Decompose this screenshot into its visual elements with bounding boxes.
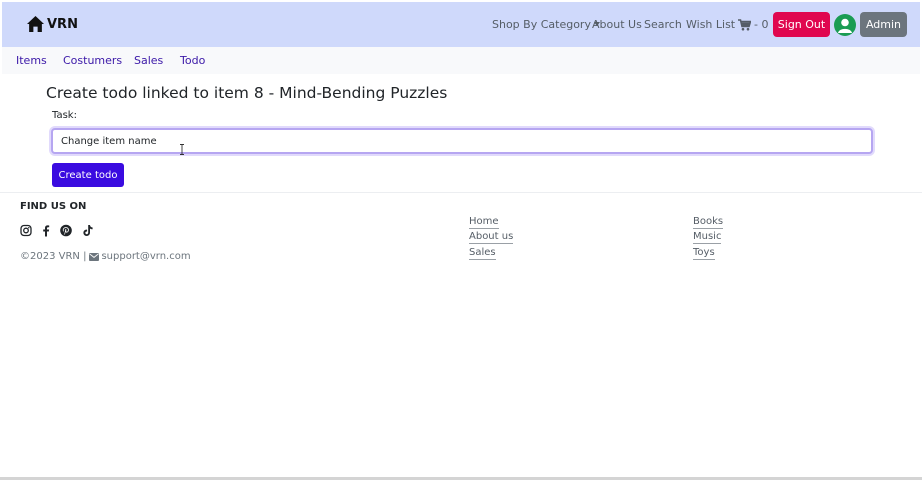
footer-link-sales[interactable]: Sales [469, 247, 496, 260]
cart-count: - 0 [754, 18, 769, 31]
subnav-costumers[interactable]: Costumers [63, 54, 122, 67]
support-email-link[interactable]: support@vrn.com [101, 251, 190, 262]
subnav-todo[interactable]: Todo [180, 54, 205, 67]
envelope-icon [89, 252, 100, 261]
user-avatar-icon[interactable] [834, 14, 856, 36]
facebook-icon[interactable] [40, 224, 52, 237]
instagram-icon[interactable] [20, 224, 32, 237]
nav-about-us[interactable]: About Us [592, 18, 642, 31]
nav-shop-by-category-label: Shop By Category [492, 18, 591, 31]
footer-link-music[interactable]: Music [693, 231, 722, 244]
top-navbar: VRN Shop By Category About Us Search Wis… [2, 2, 920, 47]
create-todo-button[interactable]: Create todo [52, 163, 124, 187]
text-cursor-icon [180, 144, 184, 155]
footer-link-toys[interactable]: Toys [693, 247, 715, 260]
pinterest-icon[interactable] [60, 224, 72, 237]
page-title: Create todo linked to item 8 - Mind-Bend… [46, 84, 448, 102]
footer-link-about-us[interactable]: About us [469, 231, 514, 244]
task-input[interactable] [51, 128, 873, 154]
brand-link[interactable]: VRN [27, 16, 78, 32]
nav-shop-by-category[interactable]: Shop By Category [492, 18, 600, 31]
subnav-items[interactable]: Items [16, 54, 47, 67]
shopping-cart-icon [738, 18, 751, 30]
sign-out-button[interactable]: Sign Out [773, 12, 830, 37]
copyright-line: ©2023 VRN | support@vrn.com [20, 251, 191, 262]
subnav-sales[interactable]: Sales [134, 54, 163, 67]
home-icon [27, 16, 44, 32]
admin-button[interactable]: Admin [860, 12, 907, 37]
task-label: Task: [52, 110, 77, 121]
footer-link-home[interactable]: Home [469, 216, 499, 229]
cart-link[interactable]: - 0 [738, 18, 768, 31]
nav-search[interactable]: Search [644, 18, 682, 31]
nav-wish-list[interactable]: Wish List [686, 18, 735, 31]
footer-divider [0, 192, 922, 193]
brand-name: VRN [47, 16, 78, 32]
footer-link-books[interactable]: Books [693, 216, 724, 229]
find-us-heading: FIND US ON [20, 201, 87, 212]
tiktok-icon[interactable] [82, 224, 94, 237]
copyright-text: ©2023 VRN | [20, 251, 87, 262]
admin-subnav: Items Costumers Sales Todo [2, 47, 920, 74]
